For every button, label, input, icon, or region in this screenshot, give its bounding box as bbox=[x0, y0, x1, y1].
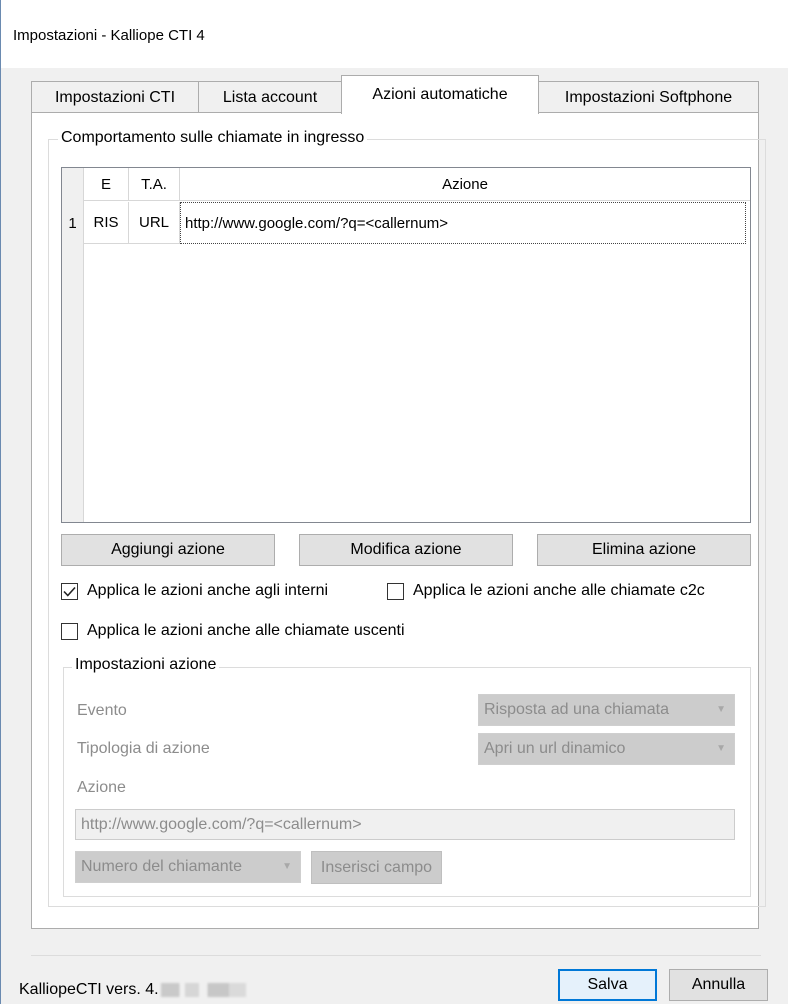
column-header-azione[interactable]: Azione bbox=[180, 168, 750, 201]
event-select[interactable]: Risposta ad una chiamata ▼ bbox=[478, 694, 735, 726]
event-select-value: Risposta ad una chiamata bbox=[484, 701, 669, 718]
action-settings-group-title: Impostazioni azione bbox=[72, 656, 220, 674]
field-select-value: Numero del chiamante bbox=[81, 858, 242, 875]
add-action-button[interactable]: Aggiungi azione bbox=[61, 534, 275, 566]
row-number[interactable]: 1 bbox=[62, 202, 84, 244]
chevron-down-icon: ▼ bbox=[716, 743, 726, 754]
tab-impostazioni-softphone[interactable]: Impostazioni Softphone bbox=[538, 81, 759, 113]
apply-c2c-label: Applica le azioni anche alle chiamate c2… bbox=[413, 582, 705, 599]
incoming-calls-group-title: Comportamento sulle chiamate in ingresso bbox=[58, 129, 368, 147]
delete-action-button[interactable]: Elimina azione bbox=[537, 534, 751, 566]
apply-internal-option[interactable]: Applica le azioni anche agli interni bbox=[61, 582, 328, 600]
table-cell-event[interactable]: RIS bbox=[84, 202, 129, 244]
title-bar: Impostazioni - Kalliope CTI 4 bbox=[1, 0, 788, 68]
version-text: KalliopeCTI vers. 4. bbox=[19, 981, 246, 999]
insert-field-button[interactable]: Inserisci campo bbox=[311, 851, 442, 884]
table-cell-type[interactable]: URL bbox=[129, 202, 180, 244]
actions-table[interactable]: E T.A. Azione 1 RIS URL http://www.googl… bbox=[61, 167, 751, 523]
column-header-ta[interactable]: T.A. bbox=[129, 168, 180, 201]
save-button[interactable]: Salva bbox=[558, 969, 657, 1001]
column-header-e[interactable]: E bbox=[84, 168, 129, 201]
footer-separator bbox=[31, 955, 761, 956]
event-label: Evento bbox=[77, 702, 127, 719]
check-icon bbox=[63, 586, 76, 597]
action-type-select-value: Apri un url dinamico bbox=[484, 740, 626, 757]
tab-impostazioni-cti[interactable]: Impostazioni CTI bbox=[31, 81, 199, 113]
action-label: Azione bbox=[77, 779, 126, 796]
apply-outgoing-option[interactable]: Applica le azioni anche alle chiamate us… bbox=[61, 622, 405, 640]
tab-lista-account[interactable]: Lista account bbox=[198, 81, 342, 113]
chevron-down-icon: ▼ bbox=[282, 861, 292, 872]
tab-azioni-automatiche[interactable]: Azioni automatiche bbox=[341, 75, 539, 114]
action-url-input[interactable]: http://www.google.com/?q=<callernum> bbox=[75, 809, 735, 840]
settings-window: Impostazioni - Kalliope CTI 4 Impostazio… bbox=[0, 0, 788, 1004]
cancel-button[interactable]: Annulla bbox=[669, 969, 768, 1001]
table-cell-action[interactable]: http://www.google.com/?q=<callernum> bbox=[180, 202, 746, 244]
action-type-select[interactable]: Apri un url dinamico ▼ bbox=[478, 733, 735, 765]
window-title: Impostazioni - Kalliope CTI 4 bbox=[13, 27, 205, 44]
apply-c2c-option[interactable]: Applica le azioni anche alle chiamate c2… bbox=[387, 582, 705, 600]
apply-internal-checkbox[interactable] bbox=[61, 582, 78, 600]
apply-outgoing-checkbox[interactable] bbox=[61, 622, 78, 640]
field-select[interactable]: Numero del chiamante ▼ bbox=[75, 851, 301, 883]
edit-action-button[interactable]: Modifica azione bbox=[299, 534, 513, 566]
apply-outgoing-label: Applica le azioni anche alle chiamate us… bbox=[87, 622, 405, 639]
action-type-label: Tipologia di azione bbox=[77, 740, 210, 757]
redacted-version-number bbox=[160, 982, 246, 997]
apply-c2c-checkbox[interactable] bbox=[387, 582, 404, 600]
chevron-down-icon: ▼ bbox=[716, 704, 726, 715]
apply-internal-label: Applica le azioni anche agli interni bbox=[87, 582, 329, 599]
version-label: KalliopeCTI vers. 4. bbox=[19, 981, 159, 998]
